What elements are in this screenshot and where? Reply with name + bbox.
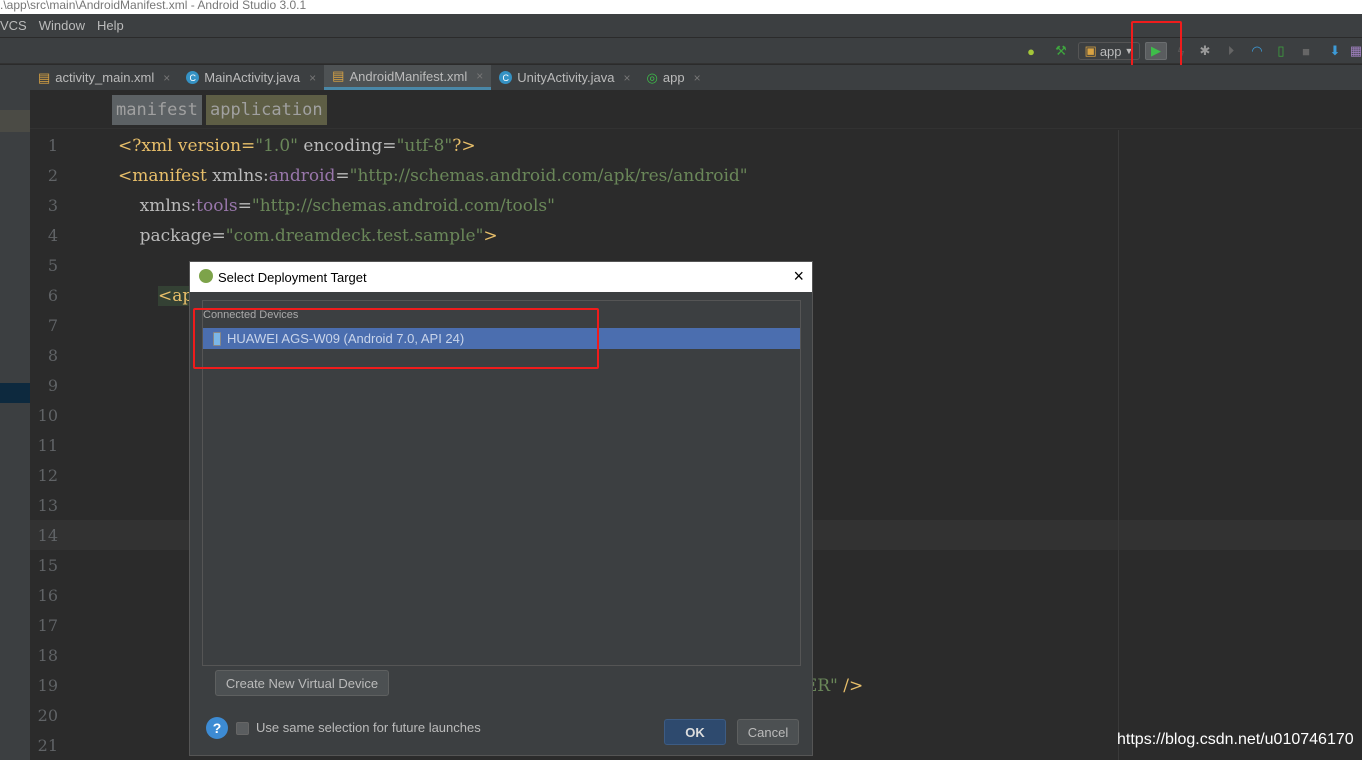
close-icon[interactable]: ×: [694, 71, 701, 85]
tab-label: UnityActivity.java: [517, 70, 615, 85]
menu-vcs[interactable]: VCS: [0, 18, 27, 33]
right-margin-guide: [1118, 130, 1119, 760]
code-line-3: xmlns:tools="http://schemas.android.com/…: [118, 196, 555, 216]
code-line-2: <manifest xmlns:android="http://schemas.…: [118, 166, 748, 186]
close-icon[interactable]: ×: [476, 69, 483, 83]
code-line-6: <ap: [158, 286, 194, 306]
line-number: 18: [37, 646, 58, 665]
menu-help[interactable]: Help: [97, 18, 124, 33]
breadcrumb: manifest application: [30, 91, 1362, 129]
line-number: 21: [37, 736, 58, 755]
xml-file-icon: ▤: [38, 69, 51, 85]
tab-label: app: [662, 70, 685, 85]
watermark: https://blog.csdn.net/u010746170: [1117, 731, 1354, 748]
tab-unity-activity[interactable]: C UnityActivity.java ×: [491, 65, 638, 90]
breadcrumb-application[interactable]: application: [206, 95, 327, 125]
close-icon[interactable]: ×: [163, 71, 170, 85]
line-number: 6: [47, 286, 58, 305]
line-number: 19: [37, 676, 58, 695]
dialog-titlebar: Select Deployment Target ×: [190, 262, 812, 292]
tab-label: AndroidManifest.xml: [349, 68, 468, 84]
create-virtual-device-button[interactable]: Create New Virtual Device: [215, 670, 389, 696]
line-number: 14: [37, 526, 58, 545]
line-number: 20: [37, 706, 58, 725]
line-number: 8: [47, 346, 58, 365]
avd-icon[interactable]: ▦: [1350, 42, 1362, 60]
same-selection-label: Use same selection for future launches: [256, 720, 481, 735]
sdk-manager-icon[interactable]: ⬇: [1326, 42, 1344, 60]
project-selection-active: [0, 383, 30, 403]
line-number: 12: [37, 466, 58, 485]
run-config-label: app: [1099, 43, 1122, 59]
class-icon: C: [499, 71, 513, 84]
android-monitor-icon[interactable]: ●: [1022, 42, 1040, 60]
code-line-4: package="com.dreamdeck.test.sample">: [118, 226, 498, 246]
gradle-module-icon: ◎: [646, 69, 658, 85]
line-number: 11: [37, 436, 58, 455]
android-studio-icon: [199, 269, 213, 283]
line-number: 4: [47, 226, 58, 245]
project-selection: [0, 110, 30, 132]
close-icon[interactable]: ×: [309, 71, 316, 85]
close-dialog-button[interactable]: ×: [793, 266, 804, 287]
code-line-1: <?xml version="1.0" encoding="utf-8"?>: [118, 136, 476, 156]
breadcrumb-manifest[interactable]: manifest: [112, 95, 202, 125]
tab-android-manifest[interactable]: ▤ AndroidManifest.xml ×: [324, 65, 492, 90]
attach-debugger-icon[interactable]: ⏵: [1222, 42, 1240, 60]
line-number: 10: [37, 406, 58, 425]
highlight-device-annotation: [193, 308, 599, 369]
line-number: 16: [37, 586, 58, 605]
same-selection-checkbox[interactable]: [236, 722, 249, 735]
editor-tabs: ▤ activity_main.xml × C MainActivity.java × …: [30, 65, 1362, 90]
dialog-title: Select Deployment Target: [218, 269, 367, 285]
line-number: 3: [47, 196, 58, 215]
tab-label: activity_main.xml: [55, 70, 155, 85]
tab-label: MainActivity.java: [204, 70, 301, 85]
folder-icon: ▣: [1084, 43, 1097, 58]
stop-icon[interactable]: ■: [1297, 42, 1315, 60]
debug-icon[interactable]: ✱: [1196, 42, 1214, 60]
build-hammer-icon[interactable]: ⚒: [1052, 42, 1070, 60]
line-number: 1: [47, 136, 58, 155]
tab-main-activity[interactable]: C MainActivity.java ×: [178, 65, 324, 90]
manifest-file-icon: ▤: [332, 68, 345, 83]
device-manager-icon[interactable]: ▯: [1272, 42, 1290, 60]
line-number: 13: [37, 496, 58, 515]
line-number: 9: [47, 376, 58, 395]
line-number: 17: [37, 616, 58, 635]
class-icon: C: [186, 71, 200, 84]
ok-button[interactable]: OK: [664, 719, 726, 745]
profiler-icon[interactable]: ◠: [1248, 42, 1266, 60]
line-number: 2: [47, 166, 58, 185]
tab-app[interactable]: ◎ app ×: [639, 65, 709, 90]
line-number: 7: [47, 316, 58, 335]
close-icon[interactable]: ×: [624, 71, 631, 85]
window-title: .\app\src\main\AndroidManifest.xml - And…: [0, 0, 1362, 14]
left-tool-strip: [0, 65, 30, 760]
menu-window[interactable]: Window: [39, 18, 85, 33]
line-number: 15: [37, 556, 58, 575]
tab-activity-main[interactable]: ▤ activity_main.xml ×: [30, 65, 178, 90]
cancel-button[interactable]: Cancel: [737, 719, 799, 745]
line-number: 5: [47, 256, 58, 275]
help-icon[interactable]: ?: [206, 717, 228, 739]
